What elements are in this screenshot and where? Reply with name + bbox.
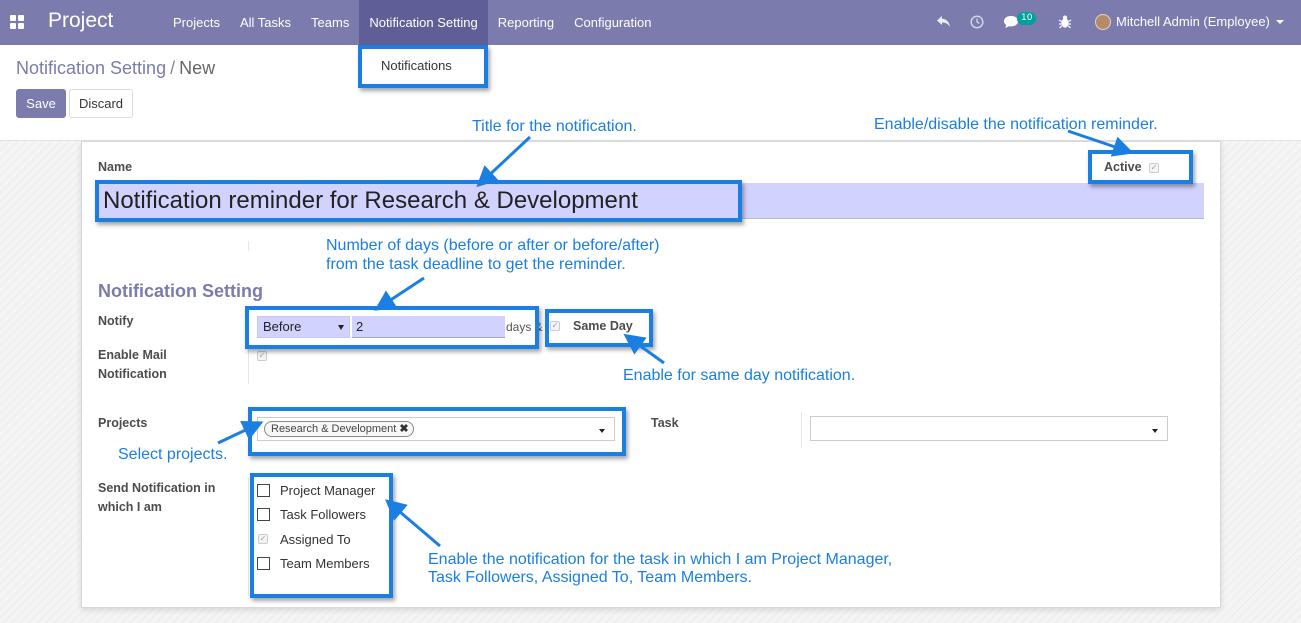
active-label: Active [1104,160,1142,174]
annotation-roles-line2: Task Followers, Assigned To, Team Member… [428,569,752,586]
project-tag: Research & Development ✖ [264,421,414,437]
dropdown-item-notifications[interactable]: Notifications [381,58,452,73]
annotation-same-day: Enable for same day notification. [623,367,856,384]
breadcrumb-separator: / [170,58,176,78]
main-menu: Projects All Tasks Teams Notification Se… [163,0,661,45]
notify-label: Notify [98,314,134,328]
section-title: Notification Setting [98,281,263,301]
projects-input[interactable]: Research & Development ✖ [257,417,615,441]
caret-down-icon [1152,429,1158,433]
divider [248,314,249,384]
checkmark-icon: ✓ [551,321,559,330]
user-menu[interactable]: Mitchell Admin (Employee) [1116,14,1270,29]
notify-select-value: Before [263,319,302,334]
divider [248,412,249,452]
role-label-project-manager: Project Manager [280,483,376,498]
notify-select[interactable]: Before [257,316,350,338]
task-label: Task [651,416,679,430]
reply-icon[interactable] [936,15,951,28]
apps-grid-icon[interactable] [10,15,24,29]
bug-icon[interactable] [1058,14,1072,29]
breadcrumb-parent[interactable]: Notification Setting [16,58,166,78]
role-checkbox-project-manager[interactable] [257,484,270,497]
app-name[interactable]: Project [48,9,113,33]
project-tag-label: Research & Development [271,423,397,435]
remove-icon[interactable]: ✖ [399,423,408,435]
name-input[interactable]: Notification reminder for Research & Dev… [97,183,1204,219]
days-suffix: days & [506,320,543,334]
annotation-days-line1: Number of days (before or after or befor… [326,237,660,254]
same-day-label: Same Day [573,319,633,333]
enable-mail-label-line2: Notification [98,367,167,381]
checkmark-icon: ✓ [1150,163,1158,172]
active-checkbox[interactable]: ✓ [1149,163,1159,173]
role-label-assigned-to: Assigned To [280,532,351,547]
notify-days-input[interactable]: 2 [352,316,505,338]
checkmark-icon: ✓ [258,351,266,360]
annotation-active: Enable/disable the notification reminder… [874,116,1158,133]
divider [248,241,249,251]
caret-down-icon [338,325,344,330]
divider [248,478,249,596]
role-label-task-followers: Task Followers [280,507,366,522]
role-label-team-members: Team Members [280,556,370,571]
menu-reporting[interactable]: Reporting [488,0,564,45]
role-checkbox-task-followers[interactable] [257,508,270,521]
clock-icon[interactable] [970,15,984,29]
enable-mail-label: Enable Mail [98,348,167,362]
caret-down-icon[interactable] [599,429,605,433]
role-checkbox-assigned-to[interactable]: ✓ [258,534,268,544]
menu-notification-setting[interactable]: Notification Setting [359,0,488,45]
annotation-title: Title for the notification. [472,118,637,135]
checkmark-icon: ✓ [259,534,267,543]
same-day-checkbox[interactable]: ✓ [550,321,560,331]
caret-down-icon[interactable] [1276,20,1284,24]
annotation-days-line2: from the task deadline to get the remind… [326,256,626,273]
role-checkbox-team-members[interactable] [257,557,270,570]
chat-badge: 10 [1017,12,1037,25]
projects-label: Projects [98,416,148,430]
menu-all-tasks[interactable]: All Tasks [230,0,301,45]
breadcrumb: Notification Setting / New [16,58,215,79]
menu-teams[interactable]: Teams [301,0,359,45]
discard-button[interactable]: Discard [69,89,133,118]
menu-configuration[interactable]: Configuration [564,0,661,45]
enable-mail-checkbox[interactable]: ✓ [257,351,267,361]
notification-setting-dropdown: Notifications [360,45,486,87]
save-button[interactable]: Save [16,89,66,118]
top-navbar: Project Projects All Tasks Teams Notific… [0,0,1301,45]
menu-projects[interactable]: Projects [163,0,230,45]
send-notification-label-line2: which I am [98,500,162,514]
annotation-projects: Select projects. [118,446,228,463]
annotation-roles-line1: Enable the notification for the task in … [428,551,893,568]
avatar[interactable] [1095,14,1111,30]
send-notification-label: Send Notification in [98,481,216,495]
name-label: Name [98,160,133,174]
task-select[interactable] [810,416,1168,441]
breadcrumb-current: New [179,58,216,78]
divider [801,412,802,448]
